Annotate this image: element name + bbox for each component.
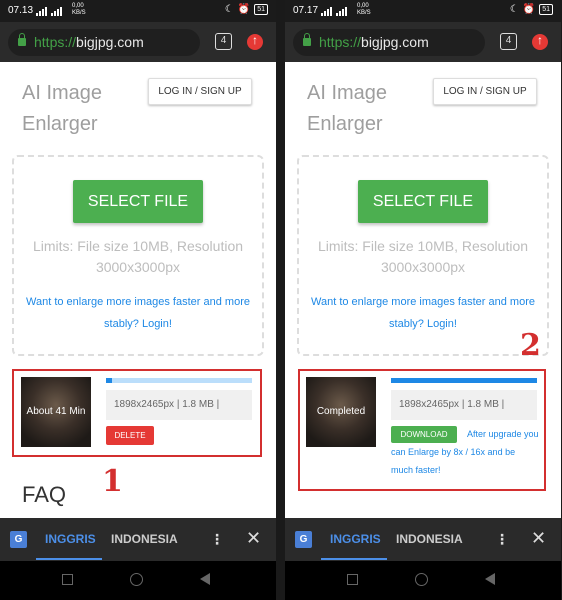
annotation-number-1: 1 <box>102 464 123 499</box>
more-options-icon[interactable]: ⋮ <box>495 531 509 548</box>
alarm-icon: ⏰ <box>522 4 536 15</box>
home-icon[interactable] <box>415 573 428 586</box>
recents-icon[interactable] <box>62 574 73 585</box>
upload-limits: Limits: File size 10MB, Resolution 3000x… <box>317 238 529 275</box>
status-bar: 07.17 0,00 KB/S ☾ ⏰ 51 <box>285 0 561 22</box>
site-title: AI Image Enlarger <box>307 82 388 135</box>
moon-icon: ☾ <box>224 4 234 15</box>
battery-icon: 51 <box>254 4 268 15</box>
update-icon[interactable] <box>532 33 548 50</box>
url-field[interactable]: https://bigjpg.com <box>293 29 485 56</box>
translate-bar: G INGGRIS INDONESIA ⋮ ✕ <box>0 518 276 561</box>
tab-switcher-button[interactable]: 4 <box>500 33 517 50</box>
status-icons: ☾ ⏰ 51 <box>225 4 268 15</box>
battery-icon: 51 <box>539 4 553 15</box>
select-file-button[interactable]: SELECT FILE <box>73 180 203 223</box>
login-signup-button[interactable]: LOG IN / SIGN UP <box>148 78 252 105</box>
phone-screen-1: 07.13 0,00 KB/S ☾ ⏰ 51 https://bigjpg.com… <box>0 0 276 600</box>
upload-dropzone[interactable]: SELECT FILE Limits: File size 10MB, Reso… <box>12 155 264 356</box>
close-icon[interactable]: ✕ <box>531 528 546 549</box>
browser-toolbar: https://bigjpg.com 4 <box>0 22 276 62</box>
lang-tab-inggris[interactable]: INGGRIS <box>45 532 96 546</box>
back-icon[interactable] <box>485 573 495 585</box>
browser-toolbar: https://bigjpg.com 4 <box>285 22 561 62</box>
select-file-button[interactable]: SELECT FILE <box>358 180 488 223</box>
back-icon[interactable] <box>200 573 210 585</box>
login-prompt-link[interactable]: Want to enlarge more images faster and m… <box>299 291 547 335</box>
tab-switcher-button[interactable]: 4 <box>215 33 232 50</box>
status-time: 07.13 <box>8 5 34 16</box>
active-lang-underline <box>36 558 102 560</box>
active-lang-underline <box>321 558 387 560</box>
signal-icon <box>321 4 357 16</box>
url-field[interactable]: https://bigjpg.com <box>8 29 200 56</box>
network-speed: 0,00 KB/S <box>72 3 86 16</box>
home-icon[interactable] <box>130 573 143 586</box>
url-scheme: https:// <box>34 34 77 50</box>
lock-icon <box>18 33 26 46</box>
highlight-box-2 <box>298 369 546 491</box>
google-translate-icon: G <box>295 531 312 548</box>
translate-bar: G INGGRIS INDONESIA ⋮ ✕ <box>285 518 561 561</box>
system-nav-bar <box>285 561 561 600</box>
recents-icon[interactable] <box>347 574 358 585</box>
lang-tab-inggris[interactable]: INGGRIS <box>330 532 381 546</box>
update-icon[interactable] <box>247 33 263 50</box>
login-prompt-link[interactable]: Want to enlarge more images faster and m… <box>14 291 262 335</box>
phone-screen-2: 07.17 0,00 KB/S ☾ ⏰ 51 https://bigjpg.com… <box>285 0 561 600</box>
status-bar: 07.13 0,00 KB/S ☾ ⏰ 51 <box>0 0 276 22</box>
signal-icon <box>36 4 72 16</box>
login-signup-button[interactable]: LOG IN / SIGN UP <box>433 78 537 105</box>
lang-tab-indonesia[interactable]: INDONESIA <box>111 532 178 546</box>
status-icons: ☾ ⏰ 51 <box>510 4 553 15</box>
site-title: AI Image Enlarger <box>22 82 103 135</box>
upload-limits: Limits: File size 10MB, Resolution 3000x… <box>32 238 244 275</box>
system-nav-bar <box>0 561 276 600</box>
upload-dropzone[interactable]: SELECT FILE Limits: File size 10MB, Reso… <box>297 155 549 356</box>
alarm-icon: ⏰ <box>237 4 251 15</box>
close-icon[interactable]: ✕ <box>246 528 261 549</box>
lang-tab-indonesia[interactable]: INDONESIA <box>396 532 463 546</box>
more-options-icon[interactable]: ⋮ <box>210 531 224 548</box>
lock-icon <box>303 33 311 46</box>
network-speed: 0,00 KB/S <box>357 3 371 16</box>
annotation-number-2: 2 <box>520 328 541 363</box>
google-translate-icon: G <box>10 531 27 548</box>
faq-heading: FAQ <box>22 482 67 507</box>
highlight-box-1 <box>12 369 262 457</box>
url-scheme: https:// <box>319 34 362 50</box>
url-host: bigjpg.com <box>76 34 144 50</box>
status-time: 07.17 <box>293 5 319 16</box>
url-host: bigjpg.com <box>361 34 429 50</box>
moon-icon: ☾ <box>509 4 519 15</box>
